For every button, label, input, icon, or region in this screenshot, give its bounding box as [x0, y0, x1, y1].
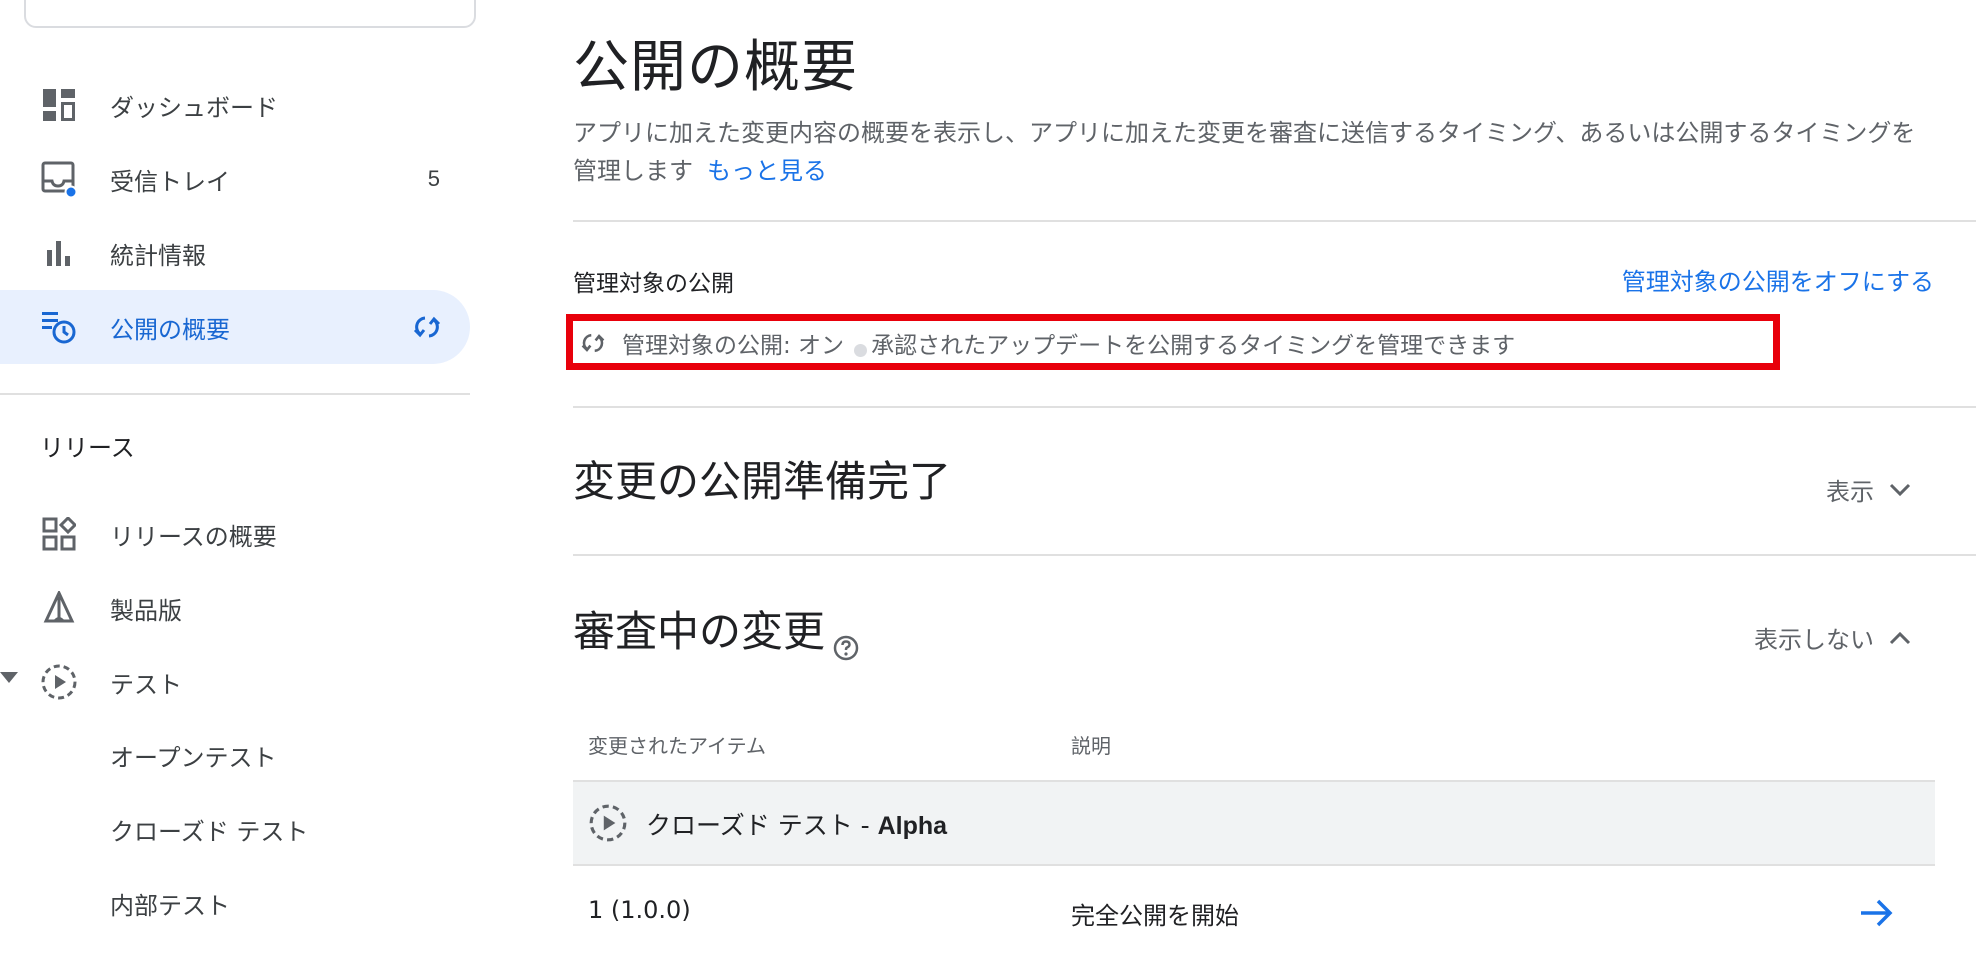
- page-title: 公開の概要: [573, 35, 858, 100]
- sidebar-item-closed-testing[interactable]: クローズド テスト: [110, 812, 308, 847]
- review-section-toggle[interactable]: 表示しない: [1754, 620, 1912, 655]
- bar-chart-icon: [40, 234, 78, 272]
- releases-overview-icon: [40, 515, 78, 553]
- sidebar-item-statistics[interactable]: 統計情報: [0, 216, 470, 290]
- publishing-overview-icon: [40, 308, 78, 346]
- inbox-count-badge: 5: [427, 166, 440, 191]
- arrow-right-icon[interactable]: [1858, 896, 1894, 930]
- learn-more-link[interactable]: もっと見る: [707, 157, 827, 185]
- sidebar-item-publishing-overview[interactable]: 公開の概要: [0, 290, 470, 364]
- turn-off-managed-publishing-link[interactable]: 管理対象の公開をオフにする: [1622, 262, 1934, 297]
- testing-icon: [40, 663, 78, 701]
- section-divider: [573, 406, 1976, 408]
- row-item-version: 1 (1.0.0): [588, 896, 691, 924]
- help-icon[interactable]: [833, 622, 859, 660]
- sidebar-item-internal-testing[interactable]: 内部テスト: [110, 886, 230, 921]
- sidebar-item-label: 製品版: [110, 596, 182, 625]
- review-section-title: 審査中の変更: [573, 598, 859, 660]
- sidebar-item-production[interactable]: 製品版: [0, 571, 470, 645]
- sidebar-item-label: ダッシュボード: [110, 93, 278, 122]
- ready-section-toggle[interactable]: 表示: [1826, 472, 1912, 507]
- toggle-label: 表示しない: [1754, 626, 1874, 654]
- sidebar-item-open-testing[interactable]: オープンテスト: [110, 738, 277, 773]
- search-box[interactable]: [24, 0, 476, 28]
- ready-section-title: 変更の公開準備完了: [573, 457, 952, 506]
- release-section-label: リリース: [40, 434, 135, 462]
- section-divider: [573, 220, 1976, 222]
- toggle-label: 表示: [1826, 478, 1874, 506]
- production-icon: [40, 589, 78, 627]
- sidebar-item-label: 統計情報: [110, 241, 206, 270]
- review-section-title-text: 審査中の変更: [573, 607, 826, 656]
- sidebar-item-label: リリースの概要: [110, 522, 277, 551]
- section-divider: [573, 554, 1976, 556]
- sidebar-item-testing[interactable]: テスト: [0, 645, 470, 719]
- dashboard-icon: [40, 86, 78, 124]
- group-label-track: Alpha: [877, 812, 948, 840]
- row-description: 完全公開を開始: [1071, 902, 1239, 930]
- group-label: クローズド テスト - Alpha: [646, 806, 947, 842]
- managed-publishing-label: 管理対象の公開: [573, 271, 734, 297]
- sidebar-divider: [0, 393, 470, 395]
- chevron-down-icon: [1888, 476, 1912, 504]
- inbox-icon: [40, 160, 78, 198]
- sidebar-item-dashboard[interactable]: ダッシュボード: [0, 68, 470, 142]
- group-label-text: クローズド テスト -: [646, 811, 878, 840]
- page-description: アプリに加えた変更内容の概要を表示し、アプリに加えた変更を審査に送信するタイミン…: [573, 114, 1933, 190]
- sidebar-item-releases-overview[interactable]: リリースの概要: [0, 497, 470, 571]
- sidebar-item-label: 受信トレイ: [110, 167, 230, 196]
- sidebar-item-inbox[interactable]: 受信トレイ 5: [0, 142, 470, 216]
- column-header-description: 説明: [1071, 734, 1111, 758]
- testing-icon: [588, 803, 628, 843]
- column-header-item: 変更されたアイテム: [588, 734, 766, 758]
- sidebar-item-label: 公開の概要: [110, 315, 230, 344]
- sidebar-item-label: テスト: [110, 670, 182, 699]
- sync-icon: [412, 312, 442, 342]
- highlight-annotation-box: [566, 314, 1780, 370]
- chevron-up-icon: [1888, 624, 1912, 652]
